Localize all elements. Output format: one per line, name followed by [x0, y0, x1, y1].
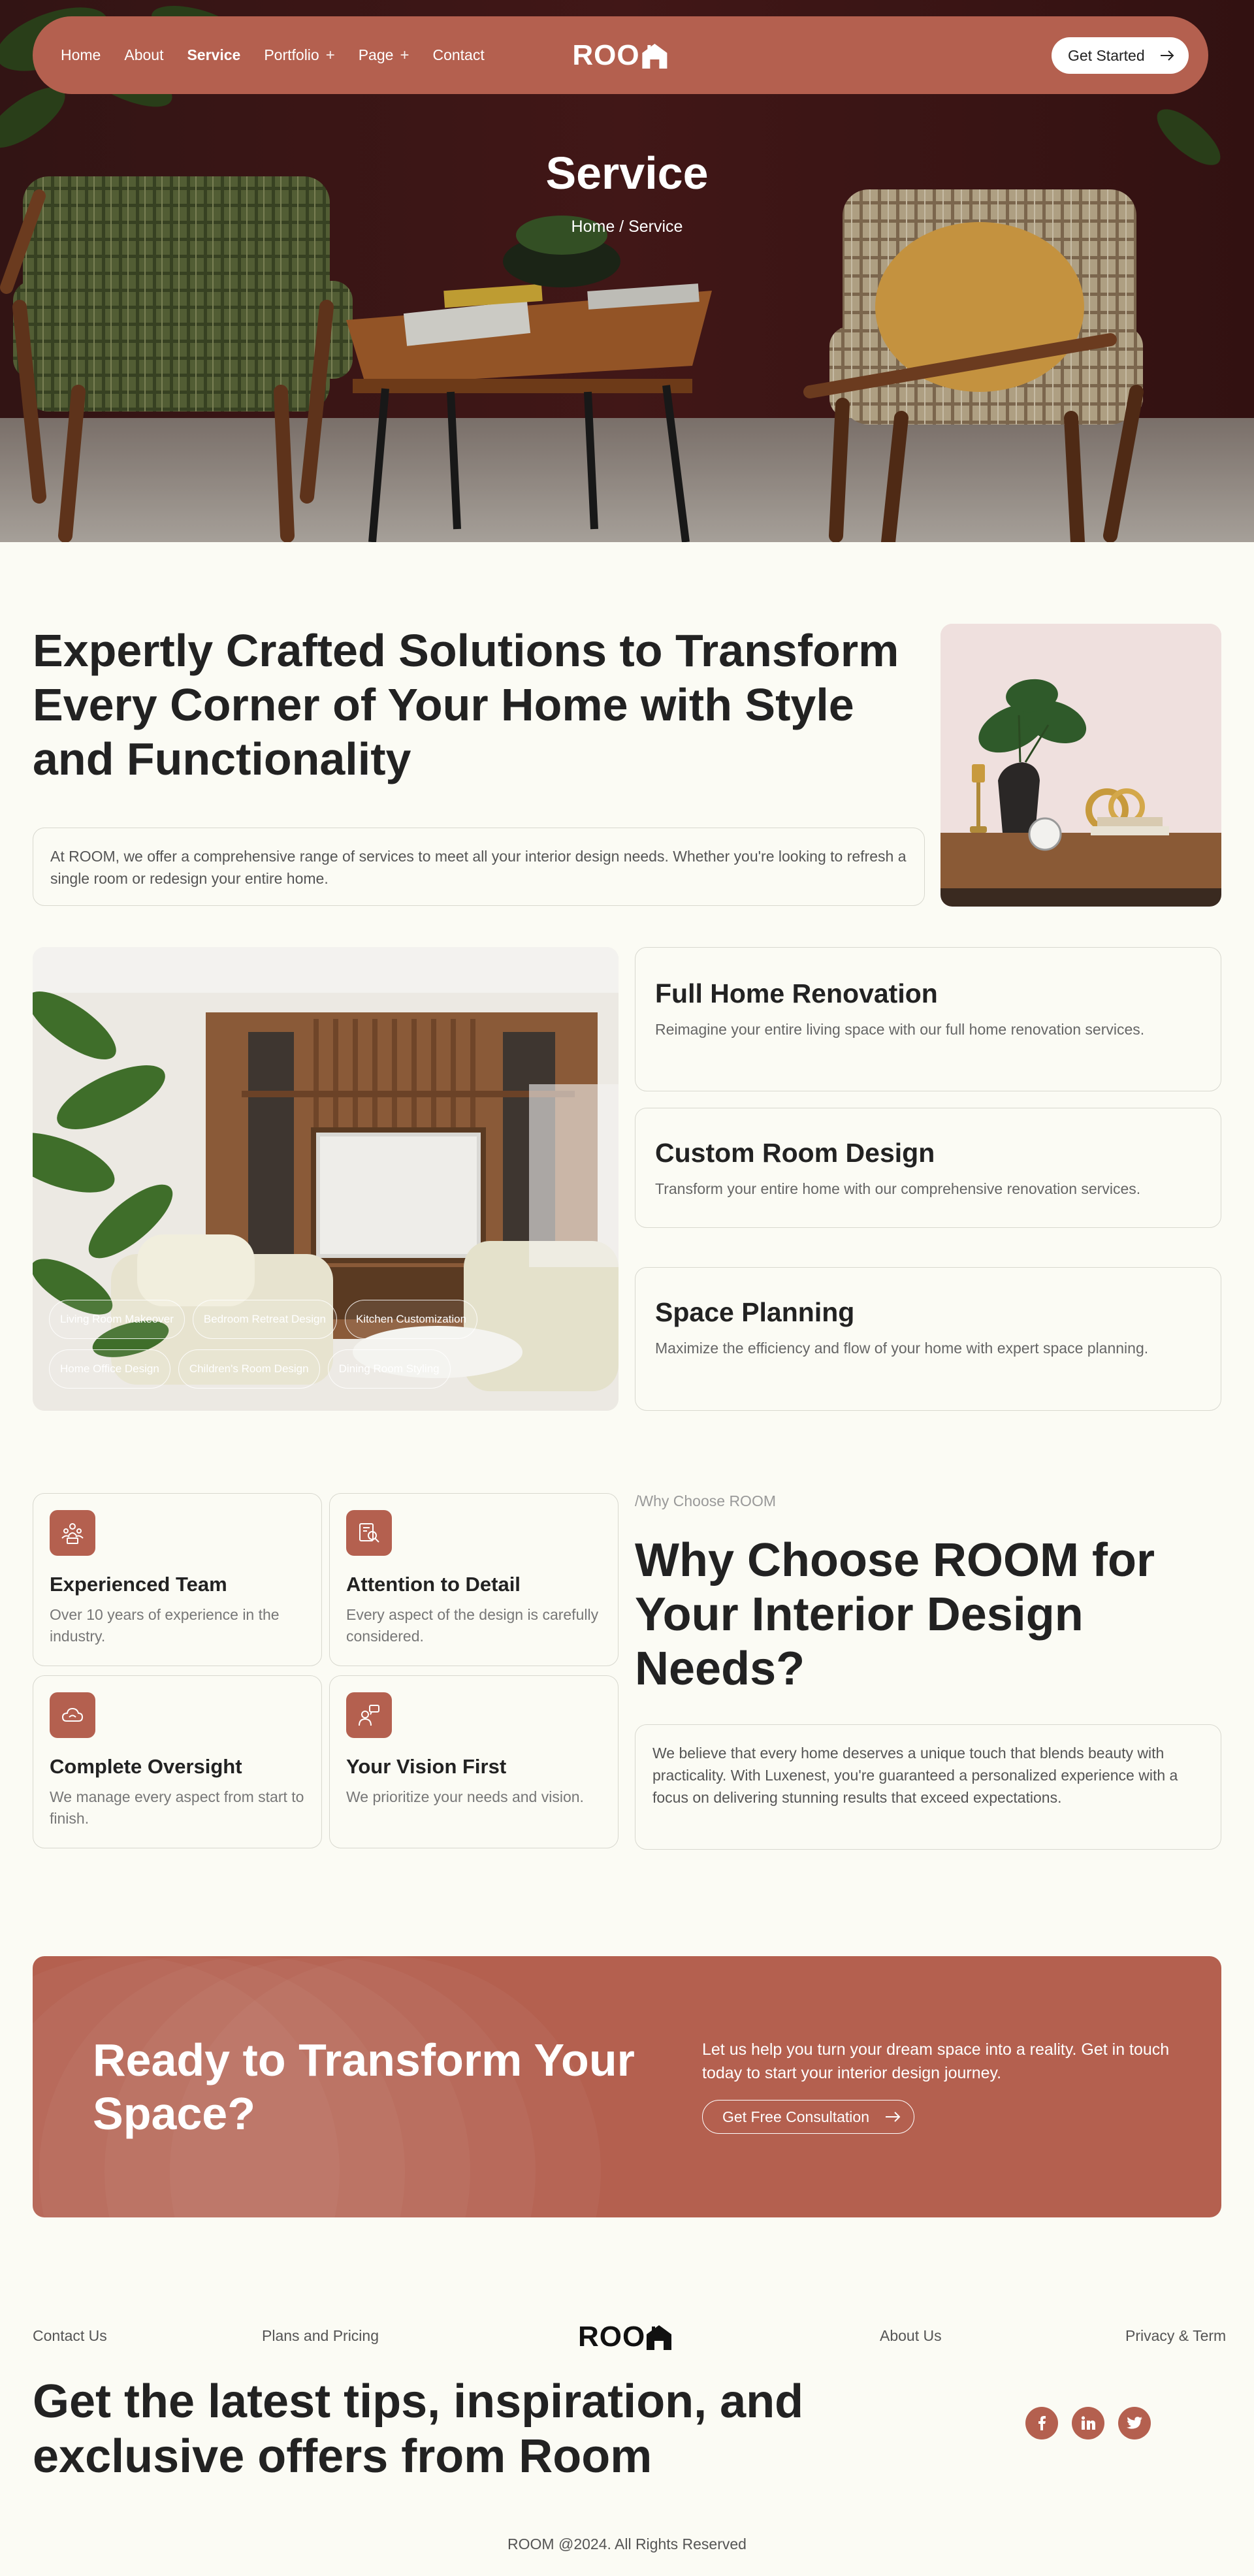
nav-link-portfolio[interactable]: Portfolio +	[264, 46, 334, 65]
service-card-full-home-renovation[interactable]: Full Home Renovation Reimagine your enti…	[635, 947, 1221, 1091]
nav-link-service[interactable]: Service	[187, 46, 240, 64]
feature-desc: Every aspect of the design is carefully …	[346, 1606, 599, 1645]
decor-illustration	[940, 624, 1221, 907]
facebook-icon[interactable]	[1025, 2407, 1058, 2439]
nav-link-home[interactable]: Home	[61, 46, 101, 64]
nav-link-label: Service	[187, 46, 241, 63]
arrow-right-icon	[886, 2112, 901, 2122]
plus-icon: +	[400, 46, 410, 64]
service-chip[interactable]: Dining Room Styling	[327, 1349, 451, 1389]
service-chips: Living Room Makeover Bedroom Retreat Desi…	[49, 1300, 519, 1389]
breadcrumb: Home / Service	[571, 217, 683, 236]
service-card-title: Custom Room Design	[655, 1138, 935, 1168]
service-card-title: Full Home Renovation	[655, 978, 938, 1008]
footer-link-contact[interactable]: Contact Us	[33, 2327, 107, 2345]
footer-link-privacy[interactable]: Privacy & Term	[1125, 2327, 1226, 2345]
nav-link-label: Page	[358, 46, 394, 63]
feature-title: Attention to Detail	[346, 1573, 521, 1596]
person-idea-icon	[346, 1692, 392, 1738]
feature-card-attention-to-detail: Attention to Detail Every aspect of the …	[329, 1493, 619, 1666]
footer-logo-text: ROO	[578, 2321, 646, 2353]
feature-card-experienced-team: Experienced Team Over 10 years of experi…	[33, 1493, 322, 1666]
feature-title: Complete Oversight	[50, 1755, 242, 1778]
plus-icon: +	[325, 46, 335, 64]
nav-link-label: Portfolio	[264, 46, 319, 63]
logo-house-icon	[642, 43, 667, 69]
magnifier-icon	[346, 1510, 392, 1556]
arrow-right-icon	[1161, 50, 1174, 61]
nav-link-page[interactable]: Page +	[359, 46, 410, 65]
feature-desc: We manage every aspect from start to fin…	[50, 1788, 304, 1827]
nav-link-about[interactable]: About	[124, 46, 163, 64]
page-title: Service	[545, 148, 709, 199]
nav-link-label: About	[124, 46, 164, 63]
free-consultation-label: Get Free Consultation	[722, 2108, 870, 2125]
feature-desc: Over 10 years of experience in the indus…	[50, 1606, 280, 1645]
service-chip[interactable]: Bedroom Retreat Design	[192, 1300, 337, 1339]
why-description: We believe that every home deserves a un…	[635, 1724, 1221, 1850]
social-links	[1025, 2407, 1151, 2439]
twitter-icon[interactable]	[1118, 2407, 1151, 2439]
team-icon	[50, 1510, 95, 1556]
nav-link-contact[interactable]: Contact	[432, 46, 484, 64]
newsletter-heading: Get the latest tips, inspiration, and ex…	[33, 2375, 804, 2483]
logo-house-icon	[647, 2325, 672, 2350]
navbar: Home About Service Portfolio + Page + Contact R…	[33, 16, 1208, 94]
nav-link-label: Contact	[432, 46, 485, 63]
living-room-image: Living Room Makeover Bedroom Retreat Desi…	[33, 947, 619, 1411]
footer-link-plans[interactable]: Plans and Pricing	[262, 2327, 379, 2345]
service-card-desc: Reimagine your entire living space with …	[655, 1021, 1145, 1038]
feature-title: Experienced Team	[50, 1573, 227, 1596]
service-card-custom-room-design[interactable]: Custom Room Design Transform your entire…	[635, 1108, 1221, 1228]
service-chip[interactable]: Home Office Design	[49, 1349, 170, 1389]
intro-heading: Expertly Crafted Solutions to Transform …	[33, 625, 899, 784]
linkedin-icon[interactable]	[1072, 2407, 1104, 2439]
cta-heading: Ready to Transform Your Space?	[93, 2035, 635, 2139]
hero-section: Home About Service Portfolio + Page + Contact R…	[0, 0, 1254, 542]
nav-link-label: Home	[61, 46, 101, 63]
logo-text: ROO	[572, 39, 640, 71]
feature-title: Your Vision First	[346, 1755, 507, 1778]
nav-links: Home About Service Portfolio + Page + Contact	[61, 46, 485, 65]
cta-text: Let us help you turn your dream space in…	[702, 2040, 1170, 2082]
footer-link-about[interactable]: About Us	[880, 2327, 942, 2345]
intro-description: At ROOM, we offer a comprehensive range …	[33, 828, 925, 906]
service-chip[interactable]: Children's Room Design	[178, 1349, 320, 1389]
get-started-button[interactable]: Get Started	[1052, 37, 1189, 74]
copyright: ROOM @2024. All Rights Reserved	[507, 2536, 747, 2552]
feature-desc: We prioritize your needs and vision.	[346, 1788, 584, 1805]
service-card-desc: Maximize the efficiency and flow of your…	[655, 1340, 1149, 1357]
service-card-title: Space Planning	[655, 1297, 855, 1327]
cta-banner: Ready to Transform Your Space? Let us he…	[33, 1956, 1221, 2217]
service-chip[interactable]: Kitchen Customization	[344, 1300, 478, 1339]
get-started-label: Get Started	[1068, 46, 1145, 64]
why-heading: Why Choose ROOM for Your Interior Design…	[635, 1534, 1155, 1695]
feature-card-complete-oversight: Complete Oversight We manage every aspec…	[33, 1675, 322, 1848]
free-consultation-button[interactable]: Get Free Consultation	[702, 2100, 914, 2134]
cloud-icon	[50, 1692, 95, 1738]
service-card-space-planning[interactable]: Space Planning Maximize the efficiency a…	[635, 1267, 1221, 1411]
site-logo[interactable]: ROO	[572, 39, 668, 72]
service-card-desc: Transform your entire home with our comp…	[655, 1180, 1141, 1197]
footer-logo[interactable]: ROO	[578, 2321, 673, 2353]
feature-card-your-vision-first: Your Vision First We prioritize your nee…	[329, 1675, 619, 1848]
why-kicker: /Why Choose ROOM	[635, 1492, 776, 1509]
service-chip[interactable]: Living Room Makeover	[49, 1300, 185, 1339]
decor-image	[940, 624, 1221, 907]
